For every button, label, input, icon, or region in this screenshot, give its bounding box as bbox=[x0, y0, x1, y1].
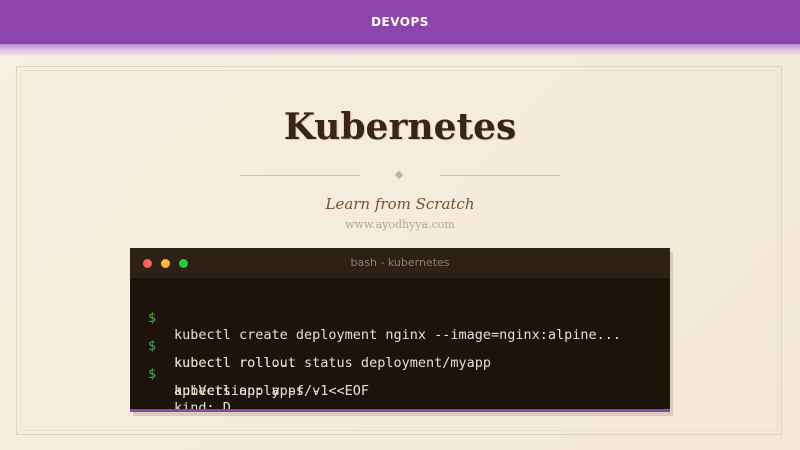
divider-left bbox=[240, 175, 360, 176]
header-accent bbox=[0, 44, 800, 56]
category-label: DEVOPS bbox=[371, 15, 429, 29]
course-title: Kubernetes bbox=[283, 106, 517, 148]
terminal-window: bash - kubernetes $ kubectl create deplo… bbox=[130, 248, 670, 416]
terminal-bottom-accent bbox=[130, 409, 670, 412]
header-bar: DEVOPS bbox=[0, 0, 800, 44]
course-subtitle: Learn from Scratch bbox=[325, 195, 475, 213]
divider-right bbox=[440, 175, 560, 176]
terminal-titlebar: bash - kubernetes bbox=[130, 248, 670, 278]
site-url: www.ayodhyya.com bbox=[345, 218, 455, 231]
terminal-title: bash - kubernetes bbox=[350, 256, 450, 269]
